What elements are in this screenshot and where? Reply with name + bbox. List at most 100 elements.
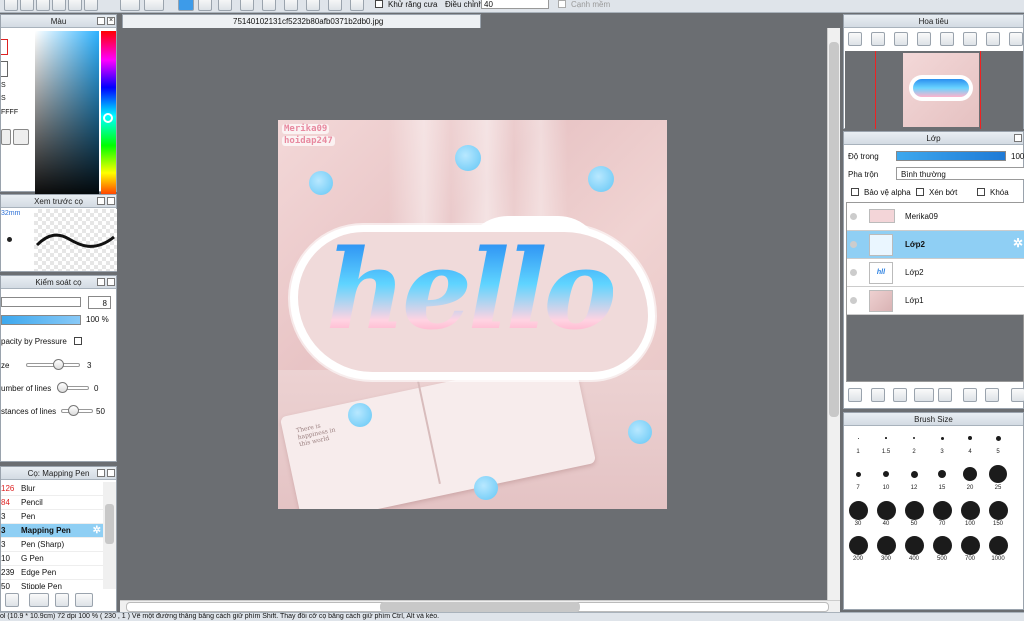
tool-icon-10[interactable] — [262, 0, 276, 11]
tool-icon-14[interactable] — [350, 0, 364, 11]
layer-row[interactable]: Lớp1 — [847, 287, 1024, 315]
brush-size-option[interactable]: 100 — [958, 496, 982, 532]
brush-list-item[interactable]: 84 Pencil — [1, 496, 103, 510]
brush-list-scroll-thumb[interactable] — [105, 504, 114, 544]
panel-close-icon[interactable] — [107, 197, 115, 205]
merge-layer-icon[interactable] — [985, 388, 999, 402]
horizontal-scrollbar[interactable] — [120, 600, 840, 612]
brush-list-item[interactable]: 3 Pen (Sharp) — [1, 538, 103, 552]
brush-opacity-bar[interactable] — [1, 315, 81, 325]
background-color-swatch[interactable] — [1, 61, 8, 77]
reset-rotate-icon[interactable] — [963, 32, 977, 46]
rotate-left-icon[interactable] — [940, 32, 954, 46]
brush-size-option[interactable]: 1000 — [986, 531, 1010, 567]
color-picker-icon[interactable] — [13, 129, 29, 145]
brush-size-option[interactable]: 7 — [846, 460, 870, 496]
hue-slider[interactable] — [101, 31, 116, 202]
brush-list-item[interactable]: 10 G Pen — [1, 552, 103, 566]
adjust-select[interactable]: 40 — [481, 0, 549, 9]
layer-menu-icon[interactable] — [914, 388, 934, 402]
layer-row-selected[interactable]: Lớp2 ✲ — [847, 231, 1024, 259]
layer-row[interactable]: hll Lớp2 — [847, 259, 1024, 287]
brush-size-input[interactable]: 8 — [88, 296, 111, 309]
brush-size-option[interactable]: 700 — [958, 531, 982, 567]
delete-layer-icon[interactable] — [1011, 388, 1024, 402]
zoom-in-icon-2[interactable] — [871, 32, 885, 46]
brush-size-option[interactable]: 500 — [930, 531, 954, 567]
brush-size-option[interactable]: 1.5 — [874, 424, 898, 460]
tool-icon-3[interactable] — [36, 0, 50, 11]
brush-list-item[interactable]: 50 Stipple Pen — [1, 580, 103, 589]
brush-list-scrollbar[interactable] — [103, 482, 116, 589]
brush-size-option[interactable]: 20 — [958, 460, 982, 496]
tool-icon-5[interactable] — [68, 0, 82, 11]
vertical-scroll-thumb[interactable] — [829, 42, 839, 417]
layer-folder-icon[interactable] — [938, 388, 952, 402]
brush-settings-icon[interactable]: ✲ — [93, 524, 101, 538]
brush-size-option[interactable]: 40 — [874, 496, 898, 532]
redo-icon[interactable] — [144, 0, 164, 11]
blend-mode-select[interactable]: Bình thường — [896, 167, 1024, 180]
tool-icon-8[interactable] — [218, 0, 232, 11]
undo-icon[interactable] — [120, 0, 140, 11]
panel-close-icon[interactable] — [107, 278, 115, 286]
protect-alpha-checkbox[interactable] — [851, 188, 859, 196]
layer-visibility-icon[interactable] — [850, 241, 857, 248]
tool-icon-4[interactable] — [52, 0, 66, 11]
tool-icon-11[interactable] — [284, 0, 298, 11]
layer-visibility-icon[interactable] — [850, 213, 857, 220]
new-layer-icon-3[interactable] — [893, 388, 907, 402]
brush-list-item[interactable]: 3 Pen — [1, 510, 103, 524]
brush-list-item-selected[interactable]: 3 Mapping Pen ✲ — [1, 524, 103, 538]
brush-size-option[interactable]: 12 — [902, 460, 926, 496]
tool-icon-6[interactable] — [84, 0, 98, 11]
swap-color-icon[interactable] — [1, 129, 11, 145]
brush-size-option[interactable]: 25 — [986, 460, 1010, 496]
antialias-checkbox[interactable] — [375, 0, 383, 8]
lock-checkbox[interactable] — [977, 188, 985, 196]
brush-size-option[interactable]: 30 — [846, 496, 870, 532]
new-layer-icon-2[interactable] — [871, 388, 885, 402]
brush-row-knob-1[interactable] — [53, 359, 64, 370]
tool-icon-12[interactable] — [306, 0, 320, 11]
panel-close-icon[interactable]: × — [107, 17, 115, 25]
new-layer-icon[interactable] — [848, 388, 862, 402]
panel-restore-icon[interactable] — [97, 197, 105, 205]
tool-icon-1[interactable] — [4, 0, 18, 11]
brush-size-option[interactable]: 150 — [986, 496, 1010, 532]
copy-layer-icon[interactable] — [963, 388, 977, 402]
vertical-scrollbar[interactable] — [827, 28, 840, 602]
brush-row-knob-2[interactable] — [57, 382, 68, 393]
brush-folder-icon[interactable] — [75, 593, 93, 607]
brush-row-knob-3[interactable] — [68, 405, 79, 416]
brush-size-option[interactable]: 4 — [958, 424, 982, 460]
brush-copy-icon[interactable] — [55, 593, 69, 607]
new-brush-icon[interactable] — [5, 593, 19, 607]
fit-view-icon[interactable] — [894, 32, 908, 46]
panel-close-icon[interactable] — [107, 469, 115, 477]
brush-size-option[interactable]: 300 — [874, 531, 898, 567]
layer-opacity-bar[interactable] — [896, 151, 1006, 161]
brush-size-option[interactable]: 70 — [930, 496, 954, 532]
zoom-out-icon[interactable] — [917, 32, 931, 46]
brush-size-option[interactable]: 5 — [986, 424, 1010, 460]
layer-visibility-icon[interactable] — [850, 297, 857, 304]
layer-visibility-icon[interactable] — [850, 269, 857, 276]
tool-icon-7[interactable] — [198, 0, 212, 11]
brush-size-option[interactable]: 1 — [846, 424, 870, 460]
brush-size-bar[interactable] — [1, 297, 81, 307]
brush-size-option[interactable]: 15 — [930, 460, 954, 496]
panel-restore-icon[interactable] — [1014, 134, 1022, 142]
foreground-color-swatch[interactable] — [1, 39, 8, 55]
saturation-value-picker[interactable] — [35, 31, 99, 202]
zoom-in-icon[interactable] — [848, 32, 862, 46]
hue-slider-knob[interactable] — [103, 113, 113, 123]
navigator-preview[interactable] — [845, 51, 1023, 129]
brush-size-option[interactable]: 3 — [930, 424, 954, 460]
opacity-pressure-checkbox[interactable] — [74, 337, 82, 345]
brush-menu-icon[interactable] — [29, 593, 49, 607]
brush-list-item[interactable]: 126 Blur — [1, 482, 103, 496]
clipping-checkbox[interactable] — [916, 188, 924, 196]
brush-size-option[interactable]: 50 — [902, 496, 926, 532]
panel-restore-icon[interactable] — [97, 17, 105, 25]
